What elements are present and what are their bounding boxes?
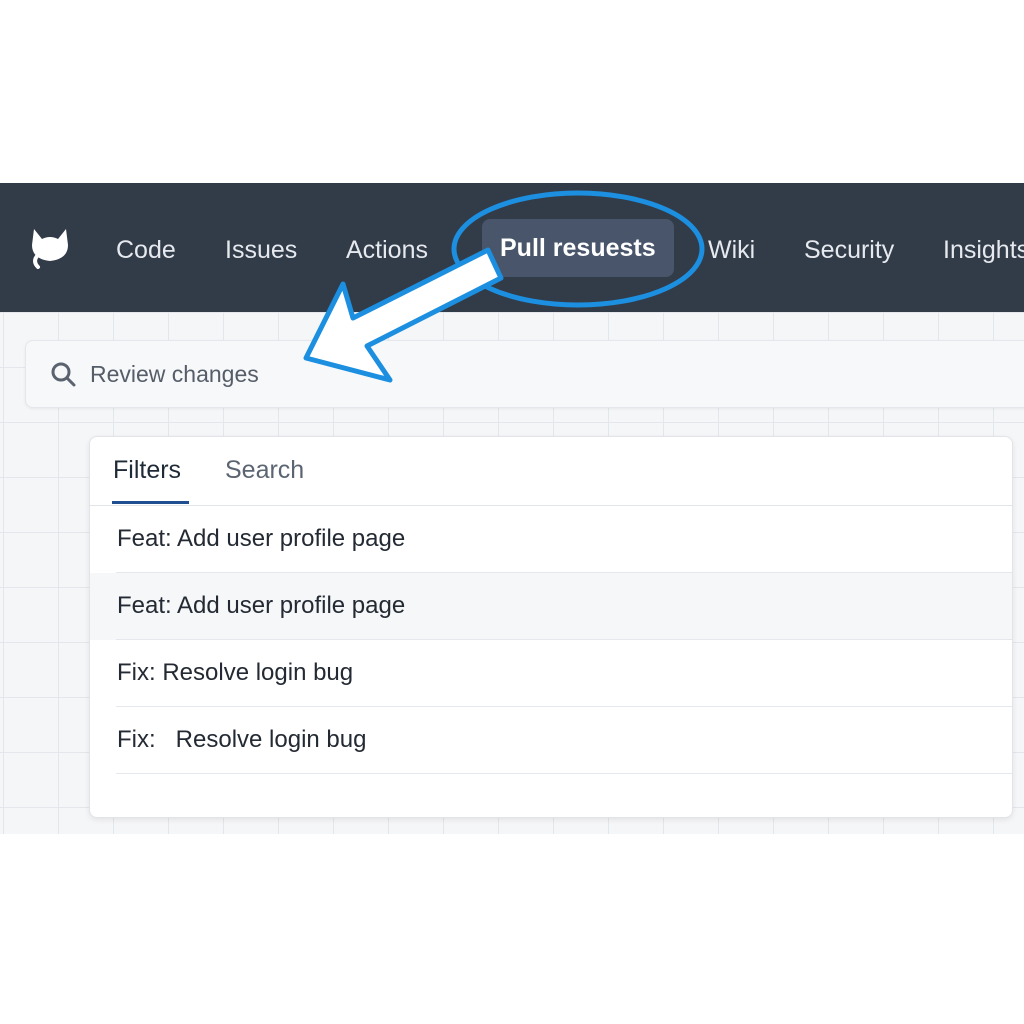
list-item[interactable]: Feat: Add user profile page: [90, 506, 1012, 573]
active-tab-indicator: [112, 501, 189, 504]
nav-tab-security[interactable]: Security: [804, 230, 894, 270]
nav-tab-actions[interactable]: Actions: [346, 230, 428, 270]
list-item-label: Fix: Resolve login bug: [117, 659, 354, 686]
panel-tabs: Filters Search: [90, 437, 1012, 506]
pull-requests-panel: Filters Search Feat: Add user profile pa…: [89, 436, 1013, 818]
row-divider: [116, 773, 1012, 774]
list-item-label: Feat: Add user profile page: [117, 525, 406, 552]
tab-search[interactable]: Search: [225, 453, 304, 487]
list-item-label: Fix: Resolve login bug: [117, 726, 367, 753]
list-item[interactable]: Fix: Resolve login bug: [90, 707, 1012, 774]
search-bar[interactable]: Review changes: [25, 340, 1024, 408]
list-item[interactable]: Feat: Add user profile page: [90, 573, 1012, 640]
top-navbar: Code Issues Actions Pull resuests Wiki S…: [0, 183, 1024, 312]
nav-tab-insights[interactable]: Insights: [943, 230, 1024, 270]
octocat-logo-icon[interactable]: [28, 225, 72, 269]
nav-tab-pull-requests[interactable]: Pull resuests: [482, 219, 674, 277]
list-item[interactable]: Fix: Resolve login bug: [90, 640, 1012, 707]
list-item-label: Feat: Add user profile page: [117, 592, 406, 619]
nav-tab-wiki[interactable]: Wiki: [708, 230, 755, 270]
search-input-text[interactable]: Review changes: [90, 359, 259, 389]
nav-tab-code[interactable]: Code: [116, 230, 176, 270]
search-icon: [51, 362, 76, 387]
tab-filters[interactable]: Filters: [113, 453, 181, 487]
nav-tab-issues[interactable]: Issues: [225, 230, 297, 270]
